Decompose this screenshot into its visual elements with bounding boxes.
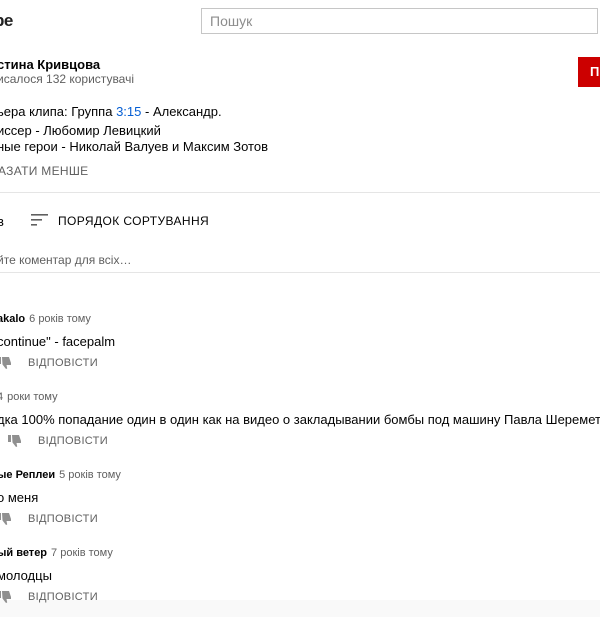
show-less-button[interactable]: АЗАТИ МЕНШЕ (0, 164, 88, 178)
channel-name[interactable]: стина Кривцова (0, 57, 100, 72)
watch-page-content: стина Кривцова исалося 132 користувачі П… (0, 43, 600, 603)
reply-button[interactable]: ВІДПОВІСТИ (28, 357, 98, 369)
divider (0, 192, 600, 193)
comment-author-name[interactable]: akalo (0, 313, 25, 325)
comment-timestamp[interactable]: роки тому (7, 391, 57, 403)
add-comment-underline (0, 272, 600, 273)
thumbs-down-icon[interactable] (0, 589, 12, 603)
add-comment-input[interactable]: йте коментар для всіх… (0, 253, 131, 267)
comment-text: дка 100% попадание один в один как на ви… (0, 412, 600, 427)
top-bar: be (0, 0, 600, 43)
comment-text: молодцы (0, 568, 52, 583)
youtube-logo[interactable]: be (0, 11, 13, 31)
comment-timestamp[interactable]: 6 років тому (29, 313, 91, 325)
subscribe-button[interactable]: П (578, 57, 600, 87)
comment-author[interactable]: ый ветер 7 років тому (0, 547, 113, 559)
comment-text: о меня (0, 490, 39, 505)
search-input[interactable] (201, 8, 598, 34)
comment-item: ые Реплеи 5 років тому о меня ВІДПОВІСТИ (0, 469, 600, 539)
comment-text: continue" - facepalm (0, 334, 116, 349)
thumbs-down-icon[interactable] (0, 355, 12, 369)
comment-item: ый ветер 7 років тому молодцы ВІДПОВІСТИ (0, 547, 600, 617)
comment-author-name[interactable]: ый ветер (0, 547, 47, 559)
comments-count: в (0, 214, 4, 229)
thumbs-down-icon[interactable] (0, 511, 12, 525)
reply-button[interactable]: ВІДПОВІСТИ (28, 513, 98, 525)
reply-button[interactable]: ВІДПОВІСТИ (38, 435, 108, 447)
description-text: - Александр. (141, 104, 222, 119)
comment-timestamp[interactable]: 7 років тому (51, 547, 113, 559)
sort-label: ПОРЯДОК СОРТУВАННЯ (58, 214, 210, 228)
comment-author[interactable]: 4 роки тому (0, 391, 58, 403)
comment-author-name[interactable]: 4 (0, 391, 3, 403)
comment-timestamp[interactable]: 5 років тому (59, 469, 121, 481)
description-line-1: ьера клипа: Группа 3:15 - Александр. (0, 104, 222, 119)
description-text: ьера клипа: Группа (0, 104, 117, 119)
description-line-3: ные герои - Николай Валуев и Максим Зото… (0, 139, 268, 154)
description-timestamp-link[interactable]: 3:15 (116, 104, 141, 119)
description-line-2: иссер - Любомир Левицкий (0, 123, 161, 138)
comment-item: akalo 6 років тому continue" - facepalm В… (0, 313, 600, 383)
thumbs-down-icon[interactable] (8, 433, 22, 447)
reply-button[interactable]: ВІДПОВІСТИ (28, 591, 98, 603)
comment-author[interactable]: akalo 6 років тому (0, 313, 91, 325)
comment-item: 4 роки тому дка 100% попадание один в оди… (0, 391, 600, 461)
comment-author[interactable]: ые Реплеи 5 років тому (0, 469, 121, 481)
comment-author-name[interactable]: ые Реплеи (0, 469, 55, 481)
sort-icon (31, 214, 48, 226)
subscriber-count: исалося 132 користувачі (0, 72, 135, 86)
